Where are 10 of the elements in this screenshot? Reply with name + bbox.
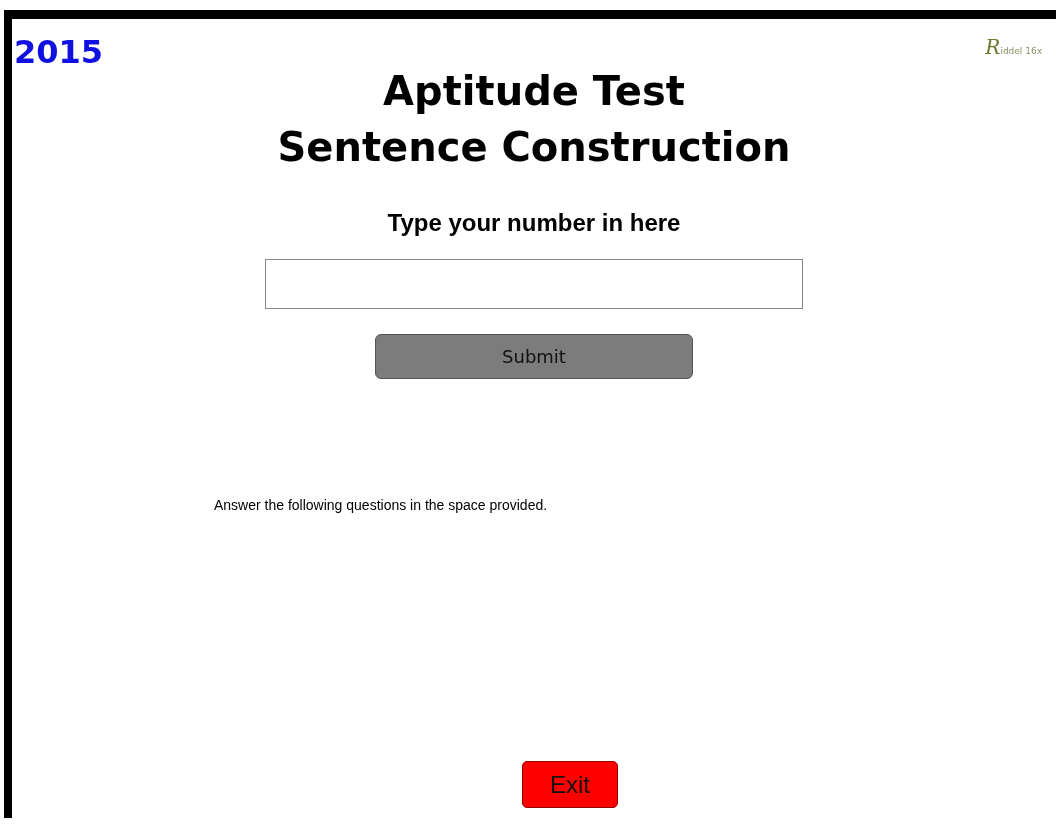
year-label: 2015 xyxy=(14,35,104,69)
page-title: Aptitude Test xyxy=(383,67,685,116)
number-field[interactable] xyxy=(265,259,803,309)
instructions-text: Answer the following questions in the space provided. xyxy=(214,497,548,513)
page-title: Sentence Construction xyxy=(277,123,791,172)
exit-button[interactable]: Exit xyxy=(522,761,618,808)
number-prompt: Type your number in here xyxy=(387,209,681,237)
logo-text: iddel 16x xyxy=(1000,46,1042,56)
logo-initial: R xyxy=(985,35,1001,59)
submit-button[interactable]: Submit xyxy=(375,334,693,379)
